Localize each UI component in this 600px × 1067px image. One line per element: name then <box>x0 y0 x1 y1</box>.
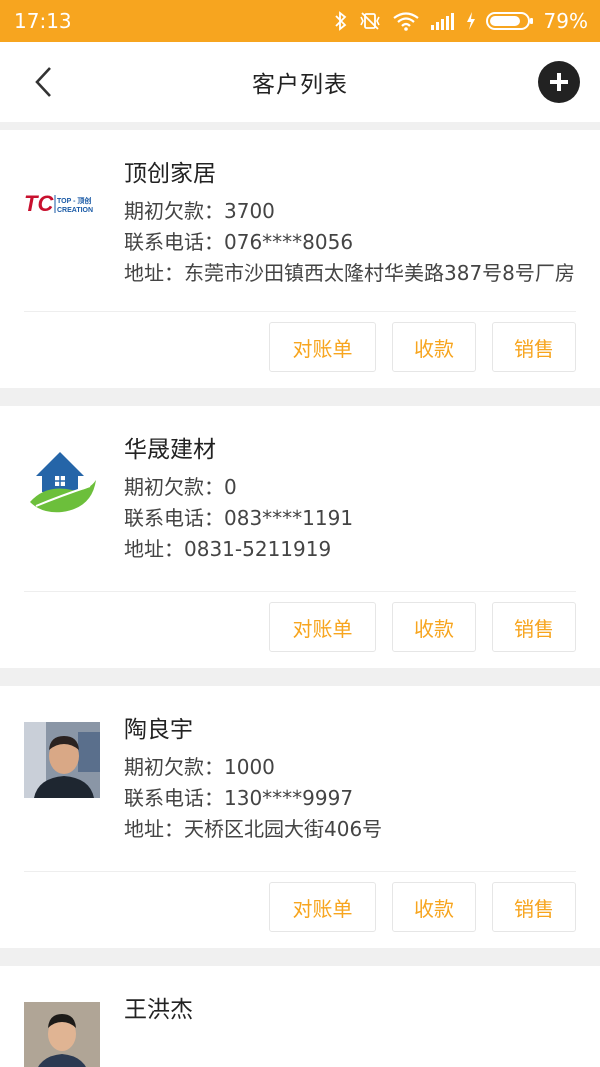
statement-button[interactable]: 对账单 <box>269 882 376 932</box>
svg-text:TC: TC <box>24 191 54 216</box>
card-actions: 对账单 收款 销售 <box>0 312 600 388</box>
sale-button[interactable]: 销售 <box>492 322 576 372</box>
page-title: 客户列表 <box>252 72 348 98</box>
nav-bar: 客户列表 <box>0 42 600 122</box>
status-time: 17:13 <box>14 9 72 33</box>
customer-card[interactable]: 华晟建材 期初欠款：0 联系电话：083****1191 地址：0831-521… <box>0 406 600 668</box>
person-photo <box>24 1002 100 1067</box>
statement-button[interactable]: 对账单 <box>269 322 376 372</box>
battery-icon <box>485 12 533 30</box>
svg-text:TOP - 顶创: TOP - 顶创 <box>57 196 91 205</box>
svg-text:CREATION: CREATION <box>57 207 93 214</box>
card-actions: 对账单 收款 销售 <box>0 592 600 668</box>
customer-phone: 联系电话：083****1191 <box>124 506 354 530</box>
person-photo <box>24 722 100 798</box>
back-button[interactable] <box>26 64 62 100</box>
house-leaf-logo <box>30 452 96 513</box>
customer-card[interactable]: 王洪杰 <box>0 966 600 1067</box>
customer-address: 地址：天桥区北园大街406号 <box>124 817 383 841</box>
sale-button[interactable]: 销售 <box>492 602 576 652</box>
card-actions: 对账单 收款 销售 <box>0 872 600 948</box>
sale-button[interactable]: 销售 <box>492 882 576 932</box>
customer-name: 华晟建材 <box>124 437 216 463</box>
add-customer-button[interactable] <box>538 61 580 103</box>
customer-phone: 联系电话：076****8056 <box>124 230 354 254</box>
plus-circle-icon <box>550 73 568 91</box>
collect-button[interactable]: 收款 <box>392 322 476 372</box>
customer-card[interactable]: TC TOP - 顶创 CREATION 顶创家居 期初欠款：3700 联系电话… <box>0 130 600 388</box>
customer-avatar: TC TOP - 顶创 CREATION <box>24 166 100 242</box>
customer-address: 地址：0831-5211919 <box>124 537 332 561</box>
customer-name: 顶创家居 <box>124 161 216 187</box>
customer-avatar <box>24 722 100 798</box>
status-right: 79% <box>334 9 588 33</box>
tc-logo: TC TOP - 顶创 CREATION <box>24 191 93 216</box>
collect-button[interactable]: 收款 <box>392 602 476 652</box>
status-bar: 17:13 79% <box>0 0 600 42</box>
customer-balance: 期初欠款：1000 <box>124 755 275 779</box>
bluetooth-icon <box>334 11 346 31</box>
statement-button[interactable]: 对账单 <box>269 602 376 652</box>
battery-percent: 79% <box>543 9 588 33</box>
wifi-icon <box>392 12 419 31</box>
customer-address: 地址：东莞市沙田镇西太隆村华美路387号8号厂房 <box>124 261 575 285</box>
chevron-left-icon <box>35 67 51 97</box>
customer-card[interactable]: 陶良宇 期初欠款：1000 联系电话：130****9997 地址：天桥区北园大… <box>0 686 600 948</box>
customer-avatar <box>24 1002 100 1067</box>
customer-list: TC TOP - 顶创 CREATION 顶创家居 期初欠款：3700 联系电话… <box>0 130 600 1067</box>
customer-balance: 期初欠款：0 <box>124 475 237 499</box>
customer-name: 陶良宇 <box>124 717 193 743</box>
charging-icon <box>466 12 475 30</box>
customer-name: 王洪杰 <box>124 997 193 1023</box>
customer-balance: 期初欠款：3700 <box>124 199 275 223</box>
vibrate-icon <box>359 12 380 30</box>
collect-button[interactable]: 收款 <box>392 882 476 932</box>
signal-icon <box>430 13 454 30</box>
customer-phone: 联系电话：130****9997 <box>124 786 354 810</box>
customer-avatar <box>24 442 100 518</box>
